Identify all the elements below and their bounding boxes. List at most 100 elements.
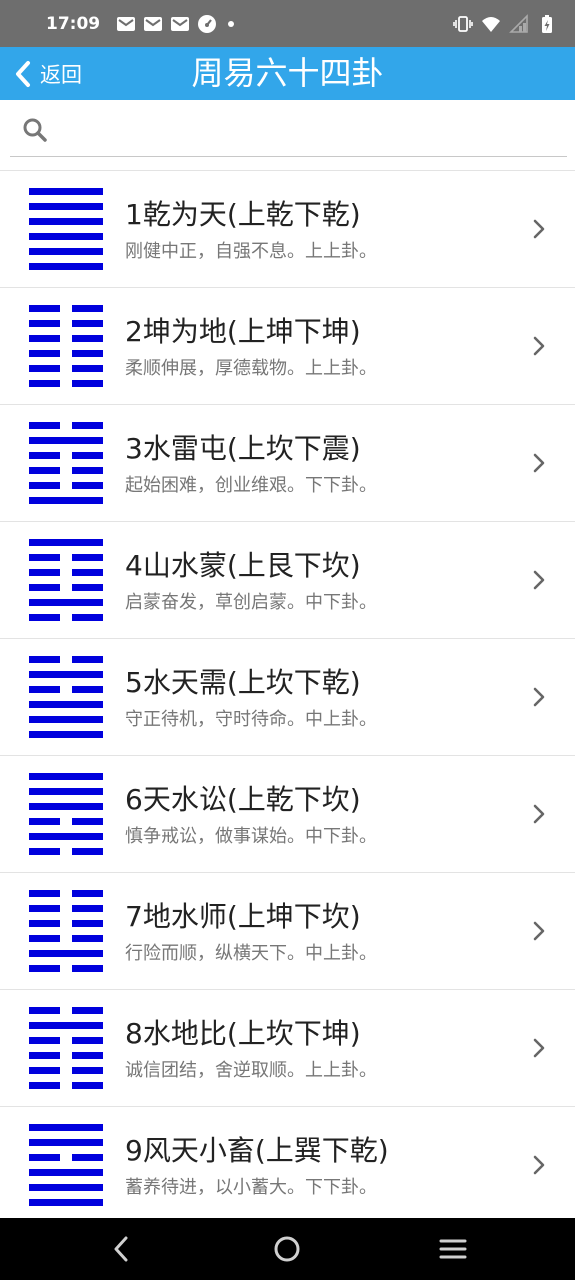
yin-line-segment <box>29 380 60 387</box>
hexagram-icon <box>29 305 103 387</box>
yin-line-segment <box>29 656 60 663</box>
yin-line-segment <box>72 1052 103 1059</box>
chevron-right-icon <box>533 570 545 590</box>
yin-line-segment <box>29 686 60 693</box>
yin-line-segment <box>72 1037 103 1044</box>
chevron-right-icon <box>533 336 545 356</box>
item-title: 4山水蒙(上艮下坎) <box>125 549 361 582</box>
yin-line-segment <box>29 554 60 561</box>
chevron-right-icon <box>533 921 545 941</box>
yin-line-segment <box>29 890 60 897</box>
nav-menu-icon[interactable] <box>438 1234 468 1264</box>
signal-icon <box>509 13 528 33</box>
yin-line-segment <box>72 569 103 576</box>
yang-line <box>29 203 103 210</box>
yang-line <box>29 671 103 678</box>
yang-line <box>29 1124 103 1131</box>
yin-line-segment <box>29 965 60 972</box>
yin-line-segment <box>72 818 103 825</box>
yin-line-segment <box>72 305 103 312</box>
yang-line <box>29 1169 103 1176</box>
yang-line <box>29 437 103 444</box>
yin-line-segment <box>72 554 103 561</box>
yin-line-segment <box>72 335 103 342</box>
list-item[interactable]: 7地水师(上坤下坎) 行险而顺，纵横天下。中上卦。 <box>0 873 575 990</box>
item-title: 9风天小畜(上巽下乾) <box>125 1134 389 1167</box>
yang-line <box>29 599 103 606</box>
hexagram-icon <box>29 773 103 855</box>
yin-line-segment <box>72 1007 103 1014</box>
hexagram-icon <box>29 1007 103 1089</box>
list-item[interactable]: 8水地比(上坎下坤) 诚信团结，舍逆取顺。上上卦。 <box>0 990 575 1107</box>
item-desc: 蓄养待进，以小蓄大。下下卦。 <box>125 1177 377 1198</box>
yang-line <box>29 248 103 255</box>
list-item[interactable]: 3水雷屯(上坎下震) 起始困难，创业维艰。下下卦。 <box>0 405 575 522</box>
chevron-right-icon <box>533 687 545 707</box>
chevron-right-icon <box>533 219 545 239</box>
yin-line-segment <box>29 335 60 342</box>
yin-line-segment <box>72 656 103 663</box>
yang-line <box>29 833 103 840</box>
battery-charging-icon <box>542 14 552 33</box>
hexagram-icon <box>29 890 103 972</box>
list-item[interactable]: 1乾为天(上乾下乾) 刚健中正，自强不息。上上卦。 <box>0 171 575 288</box>
status-time: 17:09 <box>46 13 101 34</box>
hexagram-icon <box>29 422 103 504</box>
nav-back-icon[interactable] <box>107 1234 137 1264</box>
list-item[interactable]: 4山水蒙(上艮下坎) 启蒙奋发，草创启蒙。中下卦。 <box>0 522 575 639</box>
gmail-icon <box>117 16 136 31</box>
yin-line-segment <box>72 686 103 693</box>
vibrate-icon <box>453 15 473 32</box>
back-button[interactable]: 返回 <box>12 47 82 100</box>
yang-line <box>29 539 103 546</box>
yin-line-segment <box>72 1154 103 1161</box>
yin-line-segment <box>72 380 103 387</box>
list-item[interactable]: 6天水讼(上乾下坎) 慎争戒讼，做事谋始。中下卦。 <box>0 756 575 873</box>
item-desc: 诚信团结，舍逆取顺。上上卦。 <box>125 1060 377 1081</box>
yin-line-segment <box>29 1154 60 1161</box>
yang-line <box>29 233 103 240</box>
yin-line-segment <box>29 1037 60 1044</box>
yang-line <box>29 950 103 957</box>
list-item[interactable]: 9风天小畜(上巽下乾) 蓄养待进，以小蓄大。下下卦。 <box>0 1107 575 1224</box>
search-bar <box>10 104 567 157</box>
yang-line <box>29 773 103 780</box>
search-icon <box>23 118 47 142</box>
item-desc: 守正待机，守时待命。中上卦。 <box>125 709 377 730</box>
yin-line-segment <box>29 365 60 372</box>
yin-line-segment <box>29 1067 60 1074</box>
yin-line-segment <box>29 905 60 912</box>
list-item[interactable]: 5水天需(上坎下乾) 守正待机，守时待命。中上卦。 <box>0 639 575 756</box>
hexagram-icon <box>29 188 103 270</box>
yin-line-segment <box>29 935 60 942</box>
speedometer-icon <box>198 14 217 33</box>
yin-line-segment <box>29 584 60 591</box>
chevron-left-icon <box>16 60 30 87</box>
item-title: 1乾为天(上乾下乾) <box>125 198 361 231</box>
item-desc: 柔顺伸展，厚德载物。上上卦。 <box>125 358 377 379</box>
yin-line-segment <box>72 422 103 429</box>
item-title: 2坤为地(上坤下坤) <box>125 315 361 348</box>
yin-line-segment <box>29 818 60 825</box>
hexagram-icon <box>29 656 103 738</box>
item-desc: 刚健中正，自强不息。上上卦。 <box>125 241 377 262</box>
yin-line-segment <box>29 482 60 489</box>
search-input[interactable] <box>58 109 567 151</box>
yin-line-segment <box>72 584 103 591</box>
yang-line <box>29 497 103 504</box>
yin-line-segment <box>29 920 60 927</box>
list-item[interactable]: 2坤为地(上坤下坤) 柔顺伸展，厚德载物。上上卦。 <box>0 288 575 405</box>
yin-line-segment <box>72 890 103 897</box>
yin-line-segment <box>72 1082 103 1089</box>
yin-line-segment <box>72 320 103 327</box>
yin-line-segment <box>29 569 60 576</box>
yin-line-segment <box>72 614 103 621</box>
item-title: 3水雷屯(上坎下震) <box>125 432 361 465</box>
item-desc: 行险而顺，纵横天下。中上卦。 <box>125 943 377 964</box>
back-label: 返回 <box>40 62 82 87</box>
yin-line-segment <box>72 482 103 489</box>
item-desc: 慎争戒讼，做事谋始。中下卦。 <box>125 826 377 847</box>
hexagram-icon <box>29 1124 103 1206</box>
yin-line-segment <box>29 350 60 357</box>
nav-home-icon[interactable] <box>272 1234 302 1264</box>
